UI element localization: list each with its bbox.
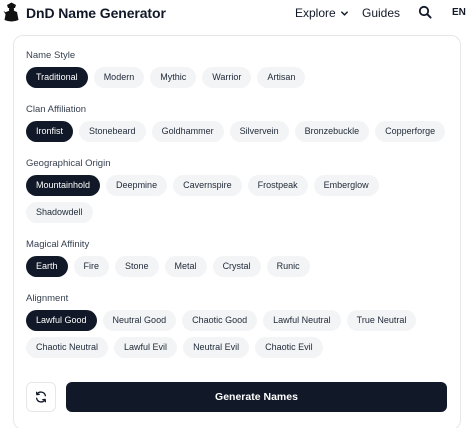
option-stonebeard[interactable]: Stonebeard — [79, 121, 146, 142]
option-silvervein[interactable]: Silvervein — [229, 121, 289, 142]
nav-explore-dropdown[interactable]: Explore — [295, 6, 349, 20]
option-true-neutral[interactable]: True Neutral — [346, 310, 417, 331]
option-frostpeak[interactable]: Frostpeak — [247, 175, 308, 196]
option-mythic[interactable]: Mythic — [150, 67, 197, 88]
option-lawful-good[interactable]: Lawful Good — [26, 310, 97, 331]
generate-names-button[interactable]: Generate Names — [66, 382, 447, 412]
refresh-icon — [35, 391, 47, 403]
option-stone[interactable]: Stone — [115, 256, 159, 277]
clan-affiliation-label: Clan Affiliation — [26, 104, 87, 115]
alignment-options-row-1: Lawful Good Neutral Good Chaotic Good La… — [26, 310, 417, 331]
option-metal[interactable]: Metal — [164, 256, 207, 277]
geographical-origin-options-row-1: Mountainhold Deepmine Cavernspire Frostp… — [26, 175, 379, 196]
option-deepmine[interactable]: Deepmine — [106, 175, 168, 196]
chevron-down-icon — [340, 10, 348, 16]
option-artisan[interactable]: Artisan — [257, 67, 306, 88]
alignment-label: Alignment — [26, 293, 69, 304]
option-shadowdell[interactable]: Shadowdell — [26, 202, 93, 223]
option-ironfist[interactable]: Ironfist — [26, 121, 74, 142]
alignment-options-row-2: Chaotic Neutral Lawful Evil Neutral Evil… — [26, 337, 323, 358]
nav-explore-label: Explore — [295, 6, 336, 20]
language-selector[interactable]: EN — [452, 7, 466, 18]
option-mountainhold[interactable]: Mountainhold — [26, 175, 101, 196]
option-bronzebuckle[interactable]: Bronzebuckle — [294, 121, 370, 142]
dwarf-logo-icon — [3, 2, 19, 22]
option-chaotic-evil[interactable]: Chaotic Evil — [255, 337, 323, 358]
refresh-button[interactable] — [26, 382, 56, 412]
option-lawful-evil[interactable]: Lawful Evil — [114, 337, 178, 358]
option-cavernspire[interactable]: Cavernspire — [173, 175, 242, 196]
magical-affinity-options: Earth Fire Stone Metal Crystal Runic — [26, 256, 310, 277]
clan-affiliation-options: Ironfist Stonebeard Goldhammer Silvervei… — [26, 121, 446, 142]
name-style-options: Traditional Modern Mythic Warrior Artisa… — [26, 67, 306, 88]
option-emberglow[interactable]: Emberglow — [313, 175, 379, 196]
geographical-origin-options-row-2: Shadowdell — [26, 202, 93, 223]
option-earth[interactable]: Earth — [26, 256, 68, 277]
nav-guides-link[interactable]: Guides — [362, 6, 400, 20]
option-chaotic-good[interactable]: Chaotic Good — [182, 310, 258, 331]
option-runic[interactable]: Runic — [266, 256, 310, 277]
option-neutral-evil[interactable]: Neutral Evil — [183, 337, 250, 358]
option-lawful-neutral[interactable]: Lawful Neutral — [263, 310, 341, 331]
magical-affinity-label: Magical Affinity — [26, 239, 90, 250]
option-crystal[interactable]: Crystal — [212, 256, 261, 277]
name-style-label: Name Style — [26, 50, 76, 61]
option-copperforge[interactable]: Copperforge — [375, 121, 446, 142]
geographical-origin-label: Geographical Origin — [26, 158, 111, 169]
top-navigation-bar: DnD Name Generator Explore Guides EN — [0, 0, 474, 26]
option-fire[interactable]: Fire — [73, 256, 110, 277]
option-goldhammer[interactable]: Goldhammer — [151, 121, 224, 142]
option-modern[interactable]: Modern — [93, 67, 145, 88]
option-warrior[interactable]: Warrior — [202, 67, 252, 88]
option-traditional[interactable]: Traditional — [26, 67, 88, 88]
option-neutral-good[interactable]: Neutral Good — [102, 310, 177, 331]
generator-panel — [13, 35, 461, 428]
search-icon[interactable] — [418, 5, 432, 19]
option-chaotic-neutral[interactable]: Chaotic Neutral — [26, 337, 109, 358]
app-title[interactable]: DnD Name Generator — [26, 5, 166, 21]
